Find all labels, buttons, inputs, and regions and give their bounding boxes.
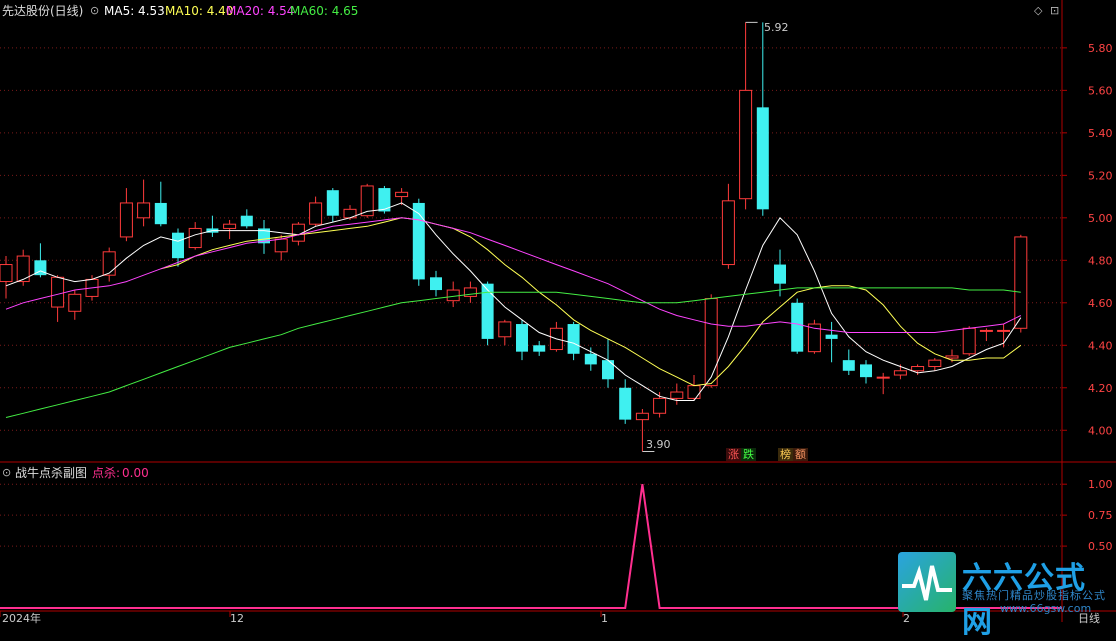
candle-body (430, 277, 442, 291)
candle-body (704, 298, 718, 387)
candle-body (567, 324, 580, 354)
settings-icon[interactable]: ⊡ (1050, 4, 1059, 17)
ma60-label: MA60: 4.65 (290, 4, 359, 18)
y-tick-label: 5.60 (1088, 84, 1113, 97)
chart-stage: 5.80 5.60 5.40 5.20 5.00 4.80 4.60 4.40 4.20 4.00… (0, 0, 1116, 640)
tag-amount[interactable]: 额 (793, 448, 808, 461)
candle-body (721, 200, 735, 266)
candle-body (997, 329, 1011, 332)
y-tick-label: 5.80 (1088, 42, 1113, 55)
candle-body (326, 190, 339, 216)
y-tick-label: 4.20 (1088, 382, 1113, 395)
y-tick-label: 5.20 (1088, 169, 1113, 182)
collapse-icon[interactable]: ⊙ (90, 4, 99, 17)
candle-body (0, 264, 13, 283)
high-annotation: 5.92 (764, 21, 789, 34)
candle-body (842, 360, 855, 371)
axis-month-12: 12 (230, 612, 244, 625)
candle-body (876, 376, 890, 379)
indicator-label: 点杀: (92, 466, 121, 480)
candle-body (223, 223, 237, 229)
candle-body (274, 238, 288, 253)
sub-y-tick-label: 0.75 (1088, 509, 1113, 522)
candle-body (791, 302, 804, 352)
candle-body (533, 345, 546, 352)
candle-body (635, 412, 649, 421)
candle-body (584, 353, 597, 365)
candle-body (670, 391, 684, 399)
candle-body (68, 293, 82, 312)
candle-body (119, 202, 133, 238)
candle-body (825, 334, 838, 339)
candle-body (979, 329, 993, 332)
low-annotation: 3.90 (646, 438, 671, 451)
kline-chart: 5.80 5.60 5.40 5.20 5.00 4.80 4.60 4.40 4.20 4.00… (0, 0, 1116, 622)
tag-fall[interactable]: 跌 (741, 448, 756, 461)
candle-body (619, 387, 632, 420)
ma20-label: MA20: 4.54 (226, 4, 295, 18)
candle-body (188, 227, 202, 249)
candle-body (1014, 236, 1028, 329)
candle-body (774, 264, 786, 284)
candle-body (240, 215, 253, 227)
diamond-icon[interactable]: ◇ (1034, 4, 1042, 17)
y-tick-label: 5.00 (1088, 212, 1113, 225)
candle-body (962, 327, 976, 355)
candle-body (172, 232, 184, 259)
candle-body (102, 251, 116, 276)
axis-year-label: 2024年 (2, 612, 41, 625)
tag-rise[interactable]: 涨 (726, 448, 741, 461)
y-tick-label: 4.00 (1088, 424, 1113, 437)
candle-body (446, 289, 460, 302)
candle-body (395, 191, 409, 198)
y-tick-label: 5.40 (1088, 127, 1113, 140)
watermark-logo-icon (898, 552, 956, 612)
axis-month-2: 2 (903, 612, 910, 625)
watermark-subtitle: 聚焦热门精品炒股指标公式 (962, 589, 1106, 602)
stock-title: 先达股份(日线) (2, 4, 84, 18)
sub-y-tick-label: 1.00 (1088, 478, 1113, 491)
candle-body (739, 89, 753, 200)
y-tick-label: 4.80 (1088, 254, 1113, 267)
candle-body (602, 360, 614, 380)
candle-body (756, 107, 769, 210)
candle-body (945, 355, 959, 359)
ma10-label: MA10: 4.40 (165, 4, 234, 18)
sub-y-tick-label: 0.50 (1088, 540, 1113, 553)
y-tick-label: 4.60 (1088, 297, 1113, 310)
candle-body (51, 276, 65, 308)
candle-body (687, 385, 701, 399)
sub-title: 战牛点杀副图 (15, 466, 88, 480)
candle-body (653, 397, 667, 414)
y-tick-label: 4.40 (1088, 339, 1113, 352)
ma5-label: MA5: 4.53 (104, 4, 165, 18)
candle-body (498, 321, 512, 338)
candle-body (154, 202, 167, 225)
ma-line-ma20 (5, 217, 1022, 333)
tag-rank[interactable]: 榜 (778, 448, 793, 461)
candle-body (309, 202, 323, 225)
candle-body (893, 370, 907, 376)
candle-body (516, 324, 528, 352)
sub-collapse-icon[interactable]: ⊙ (2, 466, 11, 479)
candle-body (911, 366, 925, 372)
axis-month-1: 1 (601, 612, 608, 625)
watermark-url: www.66gsw.com (1000, 602, 1092, 615)
indicator-value: 0.00 (122, 466, 149, 480)
candle-body (928, 359, 942, 368)
candle-body (860, 364, 872, 378)
candle-body (137, 202, 151, 219)
candle-body (412, 202, 425, 280)
